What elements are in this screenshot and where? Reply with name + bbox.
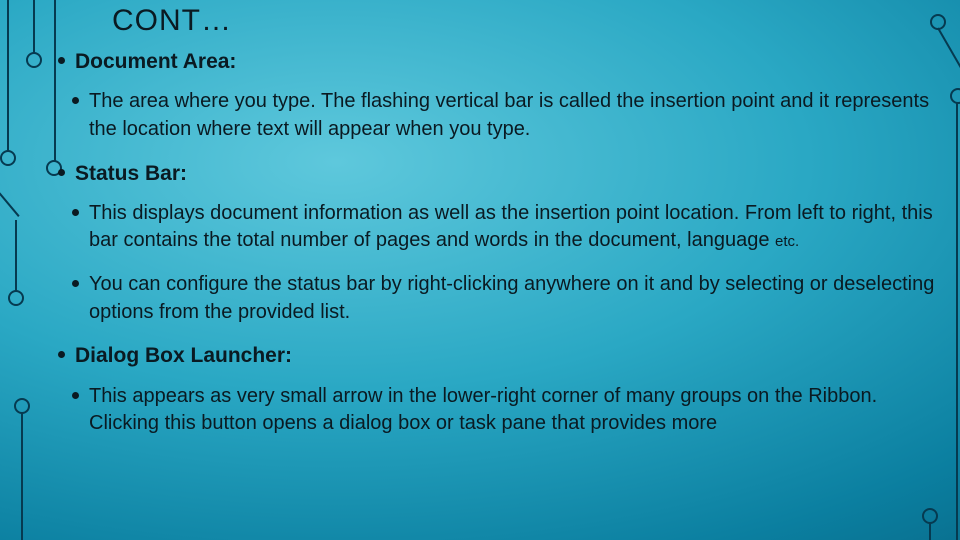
section-dialog-box-launcher: Dialog Box Launcher: This appears as ver… (58, 342, 948, 438)
deco-line (15, 220, 17, 292)
section-paragraph: This displays document information as we… (89, 200, 948, 255)
bullet-icon (58, 351, 65, 358)
bullet-icon (72, 280, 79, 287)
section-heading: Document Area: (75, 48, 236, 76)
deco-node (26, 52, 42, 68)
deco-line (21, 412, 23, 540)
section-document-area: Document Area: The area where you type. … (58, 48, 948, 144)
section-heading: Status Bar: (75, 160, 187, 188)
deco-line (7, 0, 9, 152)
bullet-list: Document Area: The area where you type. … (58, 48, 948, 438)
deco-line (33, 0, 35, 54)
section-status-bar: Status Bar: This displays document infor… (58, 160, 948, 327)
slide-content: CONT… Document Area: The area where you … (58, 4, 948, 532)
etc-text: etc. (775, 233, 799, 250)
section-paragraph: The area where you type. The flashing ve… (89, 88, 948, 143)
section-paragraph: This appears as very small arrow in the … (89, 383, 948, 438)
bullet-icon (58, 57, 65, 64)
bullet-icon (72, 97, 79, 104)
deco-line (956, 102, 958, 540)
section-heading: Dialog Box Launcher: (75, 342, 292, 370)
deco-node (950, 88, 960, 104)
section-paragraph: You can configure the status bar by righ… (89, 271, 948, 326)
deco-line (0, 185, 20, 217)
deco-node (0, 150, 16, 166)
deco-line (54, 0, 56, 162)
bullet-icon (72, 392, 79, 399)
bullet-icon (72, 209, 79, 216)
bullet-icon (58, 169, 65, 176)
paragraph-text: This displays document information as we… (89, 202, 933, 252)
slide-title: CONT… (112, 4, 948, 38)
deco-node (14, 398, 30, 414)
deco-node (8, 290, 24, 306)
